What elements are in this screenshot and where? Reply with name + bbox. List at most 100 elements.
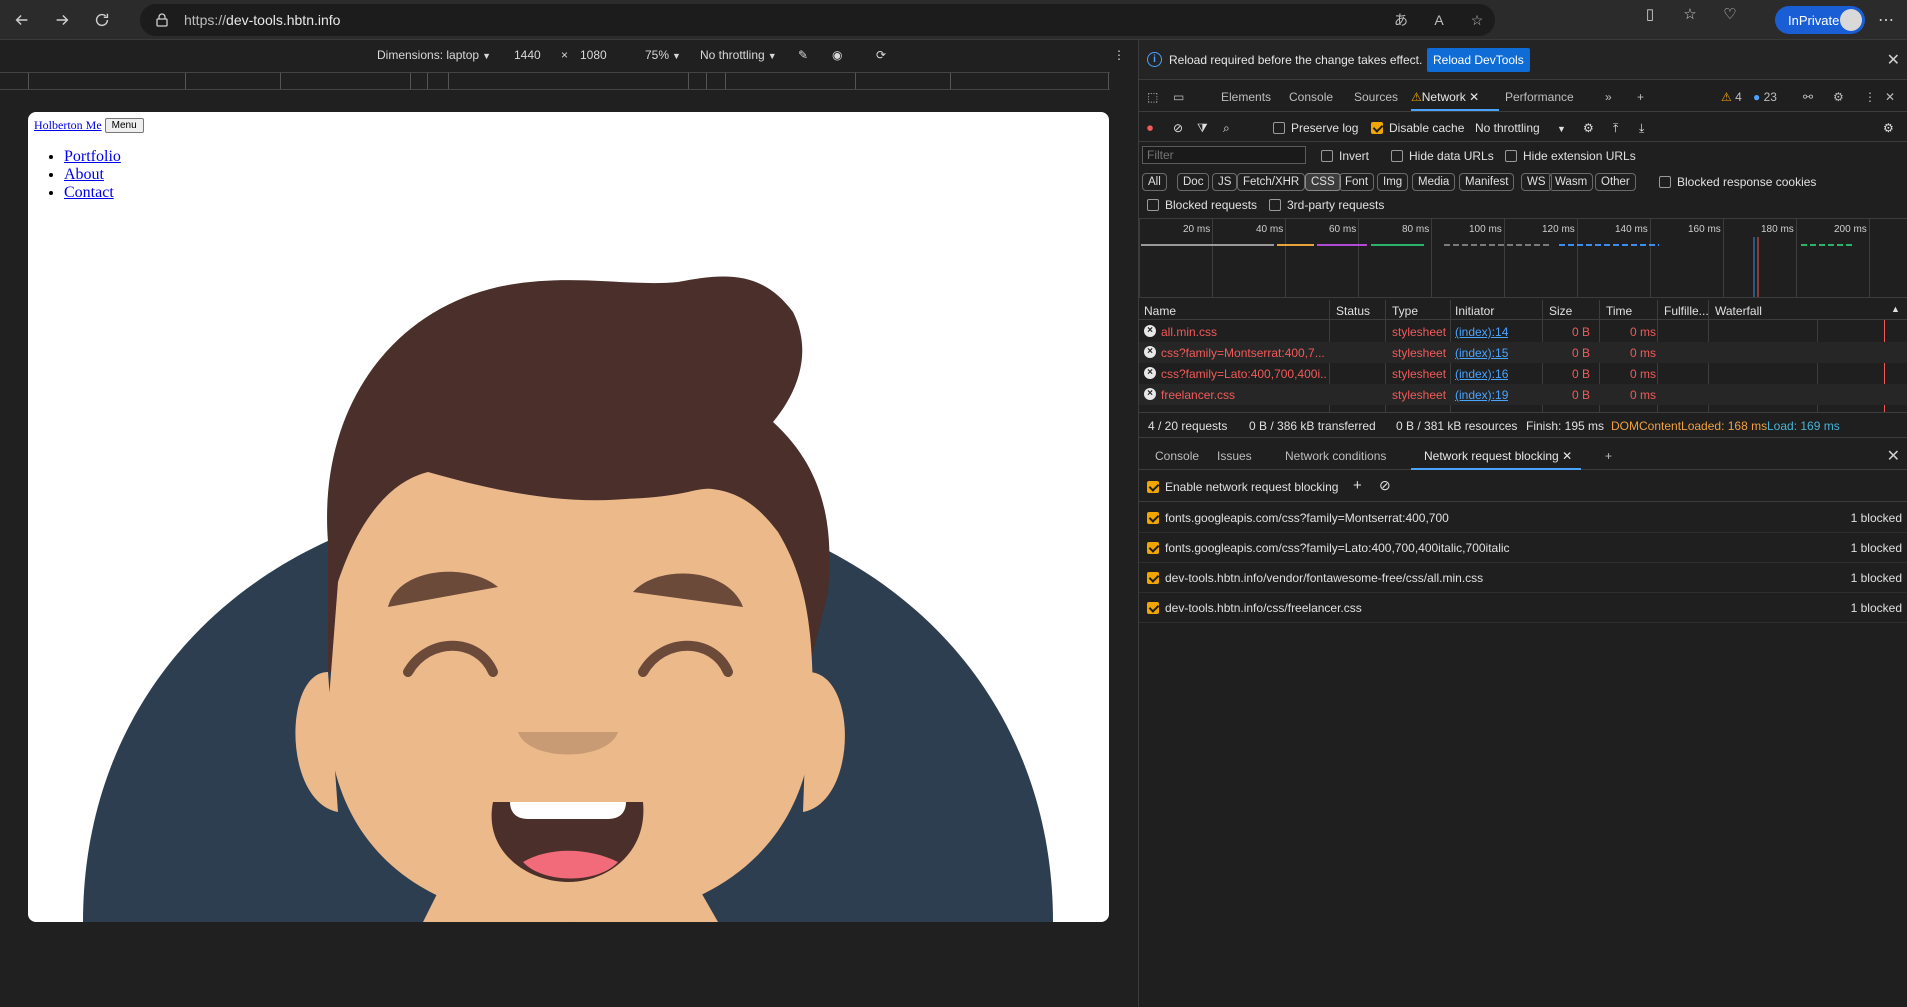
column-initiator[interactable]: Initiator	[1455, 304, 1494, 318]
type-filter-media[interactable]: Media	[1412, 173, 1456, 191]
rotate-icon[interactable]: ⟳	[876, 48, 886, 62]
search-icon[interactable]: ⌕	[1223, 121, 1230, 136]
clear-icon[interactable]: ⊘	[1173, 121, 1183, 135]
row-initiator-link[interactable]: (index):16	[1455, 367, 1508, 381]
table-row[interactable]: × css?family=Montserrat:400,7... stylesh…	[1139, 342, 1907, 363]
refresh-button[interactable]	[84, 4, 120, 36]
width-input[interactable]: 1440	[514, 48, 541, 62]
zoom-dropdown[interactable]: 75% ▼	[645, 48, 681, 62]
remove-all-patterns-icon[interactable]: ⊘	[1379, 477, 1391, 494]
type-filter-other[interactable]: Other	[1595, 173, 1636, 191]
table-row[interactable]: × freelancer.css stylesheet (index):19 0…	[1139, 384, 1907, 405]
inprivate-button[interactable]: InPrivate	[1775, 6, 1865, 34]
checkbox-checked[interactable]	[1147, 572, 1159, 584]
column-fulfilled[interactable]: Fulfille...	[1664, 304, 1709, 318]
drawer-tab-issues[interactable]: Issues	[1217, 449, 1252, 463]
checkbox-checked[interactable]	[1147, 602, 1159, 614]
network-conditions-icon[interactable]: ⚙	[1583, 121, 1594, 135]
disable-cache-checkbox[interactable]: Disable cache	[1371, 121, 1464, 135]
close-tab-icon[interactable]: ✕	[1562, 449, 1572, 463]
type-filter-js[interactable]: JS	[1212, 173, 1238, 191]
device-toggle-icon[interactable]: ▭	[1173, 90, 1184, 104]
touch-pen-icon[interactable]: ✎	[798, 48, 808, 62]
pattern-checkbox[interactable]: fonts.googleapis.com/css?family=Lato:400…	[1147, 541, 1510, 555]
blocking-pattern-item[interactable]: fonts.googleapis.com/css?family=Montserr…	[1139, 503, 1907, 533]
reload-devtools-button[interactable]: Reload DevTools	[1427, 48, 1530, 72]
column-status[interactable]: Status	[1336, 304, 1370, 318]
type-filter-img[interactable]: Img	[1377, 173, 1409, 191]
tab-performance[interactable]: Performance	[1505, 90, 1574, 104]
hide-extension-urls-checkbox[interactable]: Hide extension URLs	[1505, 149, 1636, 163]
table-row[interactable]: × css?family=Lato:400,700,400i... styles…	[1139, 363, 1907, 384]
nav-link-portfolio[interactable]: Portfolio	[64, 148, 121, 165]
tab-network[interactable]: ⚠Network ✕	[1411, 90, 1479, 104]
column-time[interactable]: Time	[1606, 304, 1632, 318]
third-party-checkbox[interactable]: 3rd-party requests	[1269, 198, 1384, 212]
sort-up-icon[interactable]: ▲	[1891, 304, 1900, 314]
dimensions-dropdown[interactable]: Dimensions: laptop ▼	[377, 48, 491, 62]
read-aloud-icon[interactable]: A	[1429, 10, 1449, 30]
blocking-pattern-item[interactable]: fonts.googleapis.com/css?family=Lato:400…	[1139, 533, 1907, 563]
split-screen-icon[interactable]: ▯	[1640, 4, 1660, 24]
checkbox[interactable]	[1391, 150, 1403, 162]
network-settings-icon[interactable]: ⚙	[1883, 121, 1894, 135]
checkbox-checked[interactable]	[1147, 481, 1159, 493]
type-filter-doc[interactable]: Doc	[1177, 173, 1210, 191]
type-filter-manifest[interactable]: Manifest	[1459, 173, 1515, 191]
hide-data-urls-checkbox[interactable]: Hide data URLs	[1391, 149, 1494, 163]
checkbox[interactable]	[1321, 150, 1333, 162]
add-tab-icon[interactable]: +	[1637, 90, 1644, 104]
drawer-tab-console[interactable]: Console	[1155, 449, 1199, 463]
vision-deficiency-icon[interactable]: ◉	[832, 48, 842, 62]
inspect-element-icon[interactable]: ⬚	[1147, 90, 1158, 104]
add-drawer-tab-icon[interactable]: +	[1605, 449, 1612, 463]
type-filter-font[interactable]: Font	[1339, 173, 1375, 191]
blocked-response-cookies-checkbox[interactable]: Blocked response cookies	[1659, 175, 1816, 189]
column-name[interactable]: Name	[1144, 304, 1176, 318]
browser-essentials-icon[interactable]: ♡	[1720, 4, 1740, 24]
brand-link[interactable]: Holberton Me	[34, 118, 102, 133]
enable-blocking-checkbox[interactable]: Enable network request blocking	[1147, 480, 1338, 494]
type-filter-ws[interactable]: WS	[1521, 173, 1552, 191]
tab-sources[interactable]: Sources	[1354, 90, 1398, 104]
settings-gear-icon[interactable]: ⚙	[1833, 90, 1844, 104]
throttling-dropdown[interactable]: No throttling ▼	[1475, 121, 1566, 135]
drawer-tab-network-request-blocking[interactable]: Network request blocking ✕	[1424, 449, 1572, 463]
messages-counter[interactable]: ● 23	[1753, 90, 1777, 104]
warnings-counter[interactable]: ⚠ 4	[1721, 90, 1742, 104]
address-bar[interactable]: https://dev-tools.hbtn.info あ A ☆	[140, 4, 1495, 36]
devtools-more-icon[interactable]: ⋮	[1864, 90, 1876, 104]
checkbox[interactable]	[1269, 199, 1281, 211]
pattern-checkbox[interactable]: fonts.googleapis.com/css?family=Montserr…	[1147, 511, 1449, 525]
type-filter-css[interactable]: CSS	[1305, 173, 1341, 191]
checkbox[interactable]	[1505, 150, 1517, 162]
checkbox[interactable]	[1273, 122, 1285, 134]
menu-button[interactable]: Menu	[104, 118, 144, 133]
column-size[interactable]: Size	[1549, 304, 1572, 318]
forward-button[interactable]	[44, 4, 80, 36]
checkbox-checked[interactable]	[1147, 512, 1159, 524]
row-initiator-link[interactable]: (index):14	[1455, 325, 1508, 339]
preserve-log-checkbox[interactable]: Preserve log	[1273, 121, 1358, 135]
blocked-requests-checkbox[interactable]: Blocked requests	[1147, 198, 1257, 212]
favorites-icon[interactable]: ☆	[1680, 4, 1700, 24]
filter-icon[interactable]: ⧩	[1197, 121, 1208, 136]
checkbox[interactable]	[1147, 199, 1159, 211]
pattern-checkbox[interactable]: dev-tools.hbtn.info/css/freelancer.css	[1147, 601, 1362, 615]
export-har-icon[interactable]: ⤓	[1639, 121, 1644, 136]
checkbox[interactable]	[1659, 176, 1671, 188]
blocking-pattern-item[interactable]: dev-tools.hbtn.info/css/freelancer.css 1…	[1139, 593, 1907, 623]
checkbox-checked[interactable]	[1371, 122, 1383, 134]
tab-elements[interactable]: Elements	[1221, 90, 1271, 104]
connect-icon[interactable]: ⚯	[1803, 90, 1813, 104]
device-more-icon[interactable]: ⋮	[1113, 48, 1125, 62]
invert-checkbox[interactable]: Invert	[1321, 149, 1369, 163]
network-overview-timeline[interactable]: 20 ms 40 ms 60 ms 80 ms 100 ms 120 ms 14…	[1139, 218, 1907, 298]
type-filter-all[interactable]: All	[1142, 173, 1167, 191]
close-devtools-icon[interactable]: ✕	[1885, 90, 1895, 104]
filter-input[interactable]	[1142, 146, 1306, 164]
favorite-star-icon[interactable]: ☆	[1467, 10, 1487, 30]
row-initiator-link[interactable]: (index):15	[1455, 346, 1508, 360]
tab-console[interactable]: Console	[1289, 90, 1333, 104]
close-tab-icon[interactable]: ✕	[1469, 90, 1479, 104]
